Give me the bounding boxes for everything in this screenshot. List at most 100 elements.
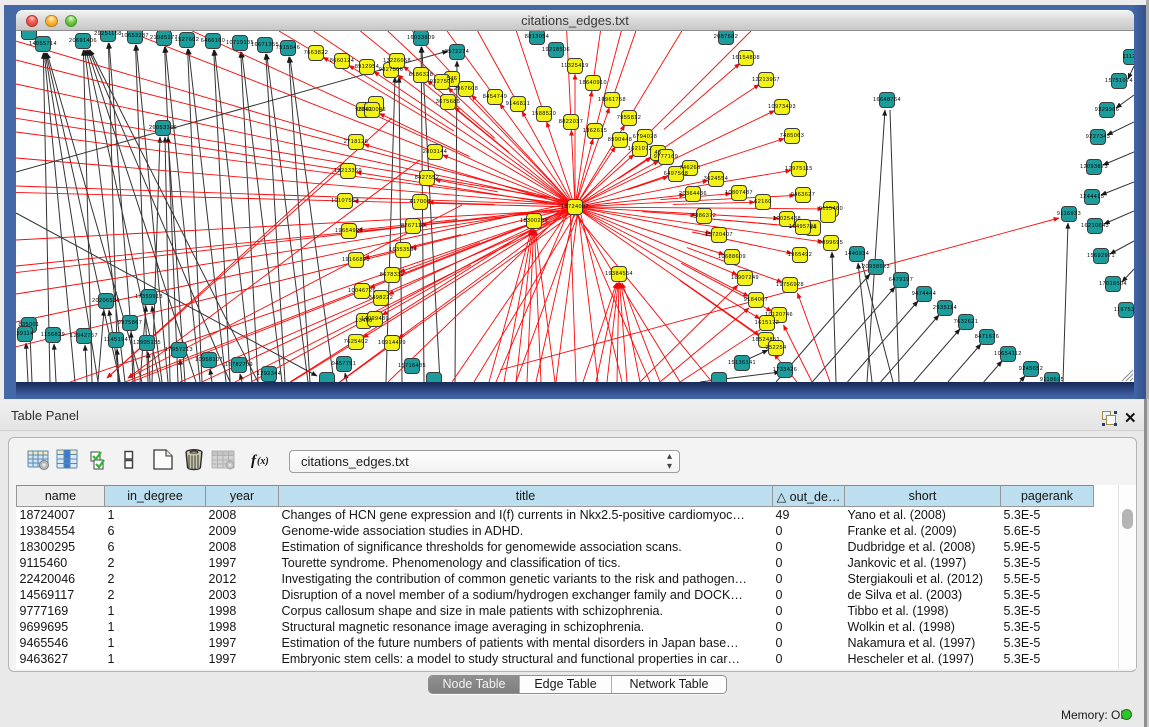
svg-text:12975115: 12975115 (785, 166, 813, 172)
svg-text:2718126: 2718126 (344, 139, 369, 145)
svg-text:9327508: 9327508 (430, 79, 455, 85)
svg-text:12213967: 12213967 (752, 77, 780, 83)
svg-text:8678332: 8678332 (380, 272, 405, 278)
svg-text:8660124: 8660124 (330, 58, 355, 64)
svg-text:11121: 11121 (1123, 54, 1134, 60)
svg-text:2803144: 2803144 (423, 149, 448, 155)
svg-text:6466160: 6466160 (201, 38, 226, 44)
svg-text:10107553: 10107553 (331, 198, 359, 204)
svg-text:17016504: 17016504 (1099, 281, 1127, 287)
svg-text:10046726: 10046726 (348, 288, 376, 294)
svg-text:22420046: 22420046 (358, 107, 386, 113)
svg-text:13226058: 13226058 (383, 58, 411, 64)
svg-text:2967608: 2967608 (454, 86, 479, 92)
svg-text:19384554: 19384554 (605, 271, 633, 277)
svg-text:417004: 417004 (409, 199, 430, 205)
svg-text:8186328: 8186328 (409, 72, 434, 78)
svg-text:835001: 835001 (18, 322, 39, 328)
svg-text:10120746: 10120746 (765, 312, 793, 318)
svg-text:9457791: 9457791 (332, 361, 357, 367)
svg-text:1292344: 1292344 (257, 371, 282, 377)
svg-text:18640910: 18640910 (579, 80, 607, 86)
svg-text:12942757: 12942757 (70, 333, 98, 339)
svg-text:19654923: 19654923 (335, 228, 363, 234)
svg-text:12213369: 12213369 (334, 168, 362, 174)
svg-text:1145194: 1145194 (104, 337, 128, 343)
svg-text:1167533: 1167533 (1114, 307, 1134, 313)
svg-text:1733426: 1733426 (773, 367, 798, 373)
svg-text:10958107: 10958107 (195, 357, 223, 363)
svg-text:16353594: 16353594 (389, 247, 417, 253)
svg-text:11325419: 11325419 (561, 63, 589, 69)
svg-text:10719135: 10719135 (226, 40, 254, 46)
svg-text:19166829: 19166829 (342, 257, 370, 263)
svg-text:8912954: 8912954 (355, 64, 380, 70)
svg-text:2087682: 2087682 (714, 34, 739, 40)
svg-text:39114: 39114 (16, 331, 33, 337)
svg-text:1965492: 1965492 (788, 252, 813, 258)
svg-text:20364436: 20364436 (679, 191, 707, 197)
svg-text:9146821: 9146821 (506, 101, 531, 107)
svg-text:7955812: 7955812 (617, 115, 642, 121)
svg-text:10025438: 10025438 (773, 216, 801, 222)
svg-text:9116933: 9116933 (1057, 211, 1081, 217)
svg-text:15136141: 15136141 (728, 360, 756, 366)
svg-text:3498222: 3498222 (369, 295, 394, 301)
svg-text:1615172: 1615172 (755, 320, 780, 326)
svg-text:(x): (x) (257, 456, 269, 467)
svg-text:9463627: 9463627 (791, 192, 816, 198)
svg-text:7886372: 7886372 (692, 213, 717, 219)
svg-text:7632621: 7632621 (954, 319, 979, 325)
svg-text:15751074: 15751074 (1105, 78, 1133, 84)
svg-text:8990448: 8990448 (608, 137, 633, 143)
svg-text:16495796: 16495796 (789, 224, 817, 230)
svg-text:10688609: 10688609 (718, 254, 746, 260)
svg-text:18300295: 18300295 (520, 218, 548, 224)
svg-text:16648764: 16648764 (873, 97, 901, 103)
svg-text:1621072: 1621072 (628, 146, 653, 152)
svg-text:18524851: 18524851 (752, 337, 780, 343)
svg-text:9184067: 9184067 (744, 297, 769, 303)
svg-text:6497568: 6497568 (664, 171, 689, 177)
svg-text:7663822: 7663822 (304, 50, 329, 56)
svg-text:8822037: 8822037 (559, 119, 584, 125)
svg-text:1156829: 1156829 (41, 332, 65, 338)
svg-text:16033809: 16033809 (407, 35, 435, 41)
svg-text:1244415: 1244415 (1080, 194, 1105, 200)
svg-text:15716485: 15716485 (398, 363, 426, 369)
svg-text:20938923: 20938923 (862, 264, 890, 270)
svg-text:9329966: 9329966 (1095, 107, 1120, 113)
svg-text:7515546: 7515546 (276, 45, 301, 51)
svg-text:16154808: 16154808 (732, 55, 760, 61)
svg-text:62160: 62160 (754, 199, 772, 205)
svg-text:15720407: 15720407 (705, 232, 733, 238)
svg-text:3675685: 3675685 (436, 99, 461, 105)
svg-text:7485063: 7485063 (780, 133, 805, 139)
svg-text:19218506: 19218506 (542, 47, 570, 53)
svg-text:18724007: 18724007 (561, 204, 589, 210)
svg-text:6479197: 6479197 (889, 277, 914, 283)
svg-text:9118695: 9118695 (1040, 377, 1064, 382)
svg-text:9899695: 9899695 (819, 240, 844, 246)
svg-text:20691406: 20691406 (69, 38, 97, 44)
svg-text:14055714: 14055714 (29, 41, 57, 47)
svg-text:10807487: 10807487 (725, 190, 753, 196)
svg-text:8471676: 8471676 (975, 334, 1000, 340)
svg-text:7625402: 7625402 (344, 339, 369, 345)
svg-text:20206536: 20206536 (92, 298, 120, 304)
svg-text:1362615: 1362615 (583, 128, 608, 134)
svg-text:1588520: 1588520 (532, 111, 557, 117)
svg-text:16961758: 16961758 (598, 97, 626, 103)
svg-text:8427552: 8427552 (415, 175, 440, 181)
svg-text:9227343: 9227343 (1086, 134, 1111, 140)
svg-text:1527602: 1527602 (175, 37, 200, 43)
svg-text:19756928: 19756928 (776, 282, 804, 288)
svg-text:17957213: 17957213 (165, 347, 193, 353)
svg-text:16210643: 16210643 (1081, 223, 1109, 229)
svg-text:16914479: 16914479 (378, 340, 406, 346)
svg-text:9115460: 9115460 (819, 206, 843, 212)
svg-text:16782759: 16782759 (225, 362, 253, 368)
svg-text:252254: 252254 (765, 345, 786, 351)
svg-text:10653287: 10653287 (121, 33, 149, 39)
svg-text:12093873: 12093873 (1080, 164, 1108, 170)
